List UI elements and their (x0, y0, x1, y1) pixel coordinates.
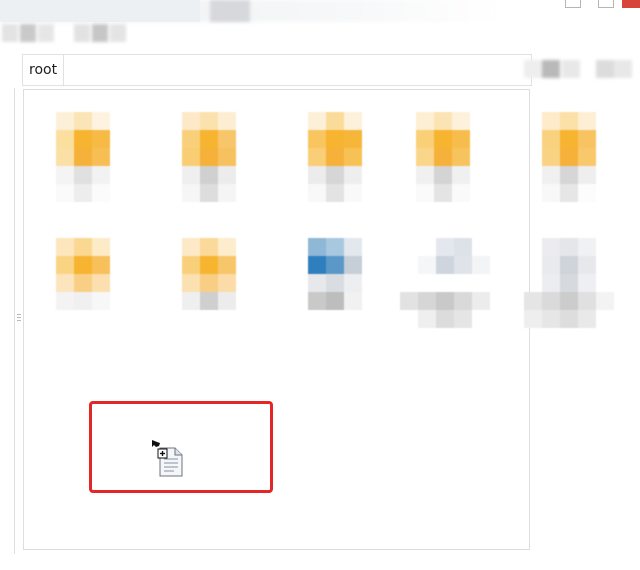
folder-icon[interactable] (308, 112, 368, 208)
drag-cursor-graphic (152, 440, 183, 477)
window-title-bar (0, 0, 640, 22)
minimize-button[interactable] (565, 0, 581, 8)
search-box-blurred[interactable] (524, 54, 640, 84)
menu-item[interactable] (74, 22, 130, 44)
document-icon[interactable] (400, 238, 500, 334)
navigation-pane[interactable] (0, 88, 15, 554)
title-bar-shade (0, 0, 200, 22)
blue-document-icon[interactable] (308, 238, 368, 334)
folder-icon[interactable] (182, 112, 242, 208)
folder-icon[interactable] (542, 112, 602, 208)
close-button[interactable] (622, 0, 640, 8)
address-bar[interactable]: root (22, 54, 532, 86)
title-text-blurred (210, 0, 250, 22)
document-icon[interactable] (524, 238, 614, 334)
folder-icon[interactable] (56, 238, 116, 334)
breadcrumb-root[interactable]: root (23, 55, 65, 85)
copy-document-cursor-icon (150, 438, 186, 478)
folder-icon[interactable] (182, 238, 242, 334)
menu-bar (0, 20, 640, 46)
pane-splitter-handle[interactable] (17, 314, 21, 326)
menu-item[interactable] (2, 22, 62, 44)
folder-icon[interactable] (416, 112, 476, 208)
folder-icon[interactable] (56, 112, 116, 208)
maximize-button[interactable] (598, 0, 614, 8)
